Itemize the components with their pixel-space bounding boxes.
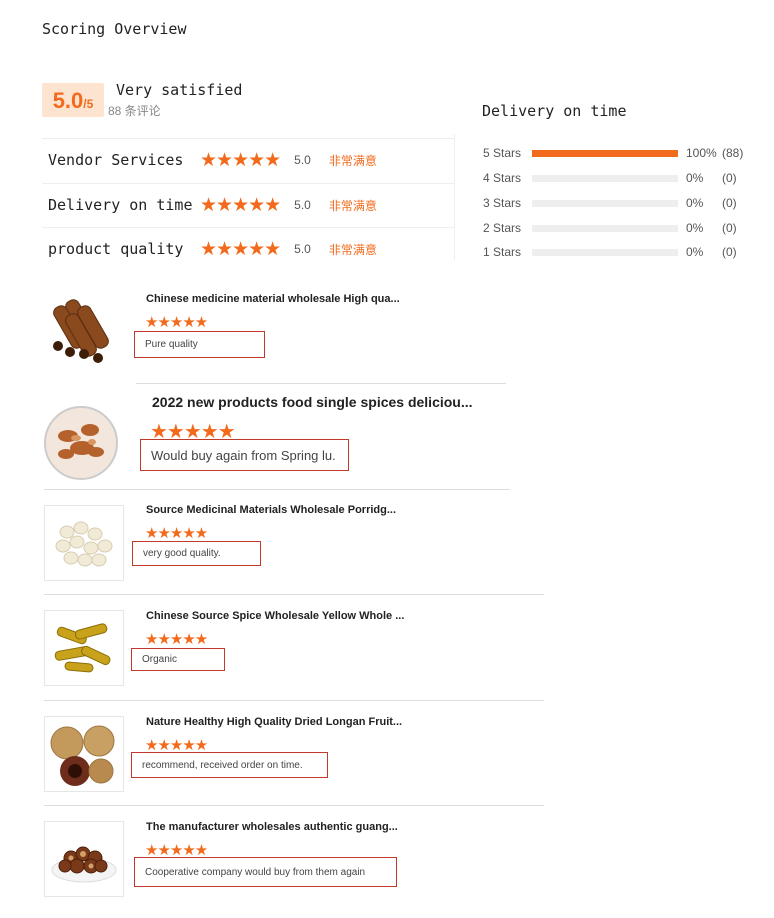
category-row-delivery: Delivery on time ★★★★★ 5.0 非常满意 xyxy=(42,183,454,226)
category-name: Vendor Services xyxy=(48,151,184,169)
page-title: Scoring Overview xyxy=(42,20,187,38)
distribution-percent: 0% xyxy=(686,171,704,185)
star-distribution-row: 5 Stars 100% (88) xyxy=(483,145,743,161)
product-image[interactable] xyxy=(44,610,124,686)
overall-score: 5.0 xyxy=(52,88,84,113)
product-title[interactable]: Chinese Source Spice Wholesale Yellow Wh… xyxy=(146,610,404,622)
product-image[interactable] xyxy=(44,821,124,897)
product-title[interactable]: Source Medicinal Materials Wholesale Por… xyxy=(146,504,396,516)
distribution-bar xyxy=(532,149,678,157)
star-rating: ★★★★★ xyxy=(145,631,208,648)
category-satisfaction: 非常满意 xyxy=(328,153,377,168)
distribution-count: (0) xyxy=(722,171,737,185)
distribution-count: (88) xyxy=(722,146,744,160)
product-image[interactable] xyxy=(44,406,118,480)
divider xyxy=(44,805,544,806)
category-satisfaction: 非常满意 xyxy=(328,198,377,213)
divider xyxy=(454,134,455,260)
turmeric-roots-icon xyxy=(54,623,111,673)
distribution-percent: 100% xyxy=(686,146,717,160)
category-name: product quality xyxy=(48,240,184,258)
star-rating: ★★★★★ xyxy=(200,149,281,171)
divider xyxy=(136,383,506,384)
product-image[interactable] xyxy=(44,716,124,792)
cinnamon-sticks-icon xyxy=(53,299,109,363)
star-distribution-row: 1 Stars 0% (0) xyxy=(483,244,737,260)
product-title[interactable]: 2022 new products food single spices del… xyxy=(152,394,473,410)
divider xyxy=(44,594,544,595)
distribution-bar xyxy=(532,199,678,207)
star-distribution-row: 3 Stars 0% (0) xyxy=(483,195,737,211)
category-satisfaction: 非常满意 xyxy=(328,242,377,257)
category-score: 5.0 xyxy=(294,153,311,167)
dried-fruit-plate-icon xyxy=(51,846,117,883)
distribution-count: (0) xyxy=(722,245,737,259)
distribution-percent: 0% xyxy=(686,221,704,235)
category-score: 5.0 xyxy=(294,242,311,256)
star-level-label: 4 Stars xyxy=(483,171,522,185)
product-image[interactable] xyxy=(44,290,122,368)
divider xyxy=(44,700,544,701)
score-max: /5 xyxy=(83,97,94,111)
star-level-label: 3 Stars xyxy=(483,196,522,210)
distribution-count: (0) xyxy=(722,196,737,210)
product-title[interactable]: The manufacturer wholesales authentic gu… xyxy=(146,821,398,833)
white-seeds-icon xyxy=(55,521,113,567)
product-title[interactable]: Chinese medicine material wholesale High… xyxy=(146,293,400,305)
distribution-percent: 0% xyxy=(686,196,704,210)
review-comment: Organic xyxy=(131,648,225,671)
dried-spice-bowl-icon xyxy=(58,424,104,459)
overall-score-badge: 5.0/5 xyxy=(42,83,104,117)
star-rating: ★★★★★ xyxy=(200,194,281,216)
star-distribution-row: 4 Stars 0% (0) xyxy=(483,170,737,186)
divider xyxy=(44,489,510,490)
star-rating: ★★★★★ xyxy=(200,238,281,260)
longan-fruit-icon xyxy=(50,725,115,786)
category-row-vendor-services: Vendor Services ★★★★★ 5.0 非常满意 xyxy=(42,138,454,181)
category-name: Delivery on time xyxy=(48,196,193,214)
star-level-label: 1 Stars xyxy=(483,245,522,259)
star-level-label: 5 Stars xyxy=(483,146,522,160)
distribution-bar xyxy=(532,174,678,182)
distribution-count: (0) xyxy=(722,221,737,235)
satisfaction-label: Very satisfied xyxy=(116,81,243,99)
review-comment: Pure quality xyxy=(134,331,265,358)
category-row-product-quality: product quality ★★★★★ 5.0 非常满意 xyxy=(42,227,454,270)
distribution-percent: 0% xyxy=(686,245,704,259)
distribution-bar-fill xyxy=(532,149,678,157)
product-title[interactable]: Nature Healthy High Quality Dried Longan… xyxy=(146,716,402,728)
review-comment: very good quality. xyxy=(132,541,261,566)
delivery-title: Delivery on time xyxy=(482,102,627,120)
review-comment: recommend, received order on time. xyxy=(131,752,328,778)
review-comment: Cooperative company would buy from them … xyxy=(134,857,397,887)
star-level-label: 2 Stars xyxy=(483,221,522,235)
review-comment: Would buy again from Spring lu. xyxy=(140,439,349,471)
category-score: 5.0 xyxy=(294,198,311,212)
review-count: 88 条评论 xyxy=(108,104,161,118)
product-image[interactable] xyxy=(44,505,124,581)
star-rating: ★★★★★ xyxy=(145,314,208,331)
star-distribution-row: 2 Stars 0% (0) xyxy=(483,220,737,236)
star-rating: ★★★★★ xyxy=(145,525,208,542)
distribution-bar xyxy=(532,224,678,232)
distribution-bar xyxy=(532,248,678,256)
